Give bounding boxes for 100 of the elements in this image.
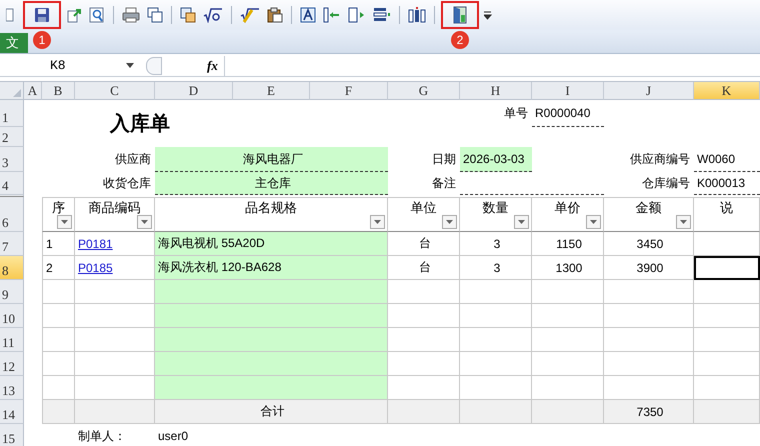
caret-icon bbox=[141, 220, 148, 224]
total-cell bbox=[694, 400, 760, 424]
column-header[interactable]: J bbox=[604, 82, 694, 100]
table-cell: 海风电视机 55A20D bbox=[155, 232, 388, 256]
filter-button[interactable] bbox=[586, 215, 601, 229]
heading-text: 品名规格 bbox=[245, 199, 297, 217]
field-value: R0000040 bbox=[532, 100, 604, 127]
field-value: 主仓库 bbox=[155, 172, 388, 195]
row-header[interactable]: 15 bbox=[0, 424, 24, 446]
table-cell bbox=[42, 280, 75, 304]
total-cell bbox=[532, 400, 604, 424]
splitter-handle[interactable] bbox=[146, 56, 162, 74]
product-code-link[interactable]: P0185 bbox=[78, 260, 113, 274]
table-cell bbox=[694, 280, 760, 304]
row-header[interactable]: 1 bbox=[0, 100, 24, 127]
caret-icon bbox=[590, 220, 597, 224]
form-title: 入库单 bbox=[108, 112, 171, 137]
insert-left-icon bbox=[323, 7, 341, 23]
row-header[interactable]: 6 bbox=[0, 197, 24, 232]
text-style-icon bbox=[300, 7, 316, 23]
total-amount: 7350 bbox=[604, 400, 694, 424]
table-cell bbox=[388, 280, 460, 304]
sheets-icon bbox=[180, 7, 196, 23]
total-cell bbox=[42, 400, 75, 424]
door-icon bbox=[452, 6, 468, 24]
table-cell bbox=[388, 304, 460, 328]
table-cell: 台 bbox=[388, 232, 460, 256]
product-code-link[interactable]: P0181 bbox=[78, 236, 113, 250]
table-cell bbox=[460, 280, 532, 304]
total-cell bbox=[460, 400, 532, 424]
column-header[interactable]: A bbox=[24, 82, 42, 100]
table-cell: 2 bbox=[42, 256, 75, 280]
field-value: user0 bbox=[157, 429, 190, 443]
caret-icon bbox=[61, 220, 68, 224]
printer-icon bbox=[122, 7, 140, 23]
caret-icon bbox=[126, 63, 134, 68]
heading-text: 数量 bbox=[482, 199, 508, 217]
table-cell: 台 bbox=[388, 256, 460, 280]
fx-label[interactable]: fx bbox=[207, 58, 224, 74]
column-header[interactable]: E bbox=[233, 82, 310, 100]
table-cell: 海风洗衣机 120-BA628 bbox=[155, 256, 388, 280]
row-header[interactable]: 10 bbox=[0, 304, 24, 328]
formula-edit-icon bbox=[240, 7, 260, 23]
table-cell bbox=[532, 280, 604, 304]
table-cell: 3900 bbox=[604, 256, 694, 280]
column-header[interactable]: K bbox=[694, 82, 760, 100]
row-header[interactable]: 8 bbox=[0, 256, 24, 280]
clipboard-icon bbox=[267, 7, 283, 23]
column-header[interactable]: D bbox=[155, 82, 233, 100]
table-cell bbox=[42, 352, 75, 376]
filter-button[interactable] bbox=[676, 215, 691, 229]
preview-icon bbox=[89, 7, 105, 23]
caret-icon bbox=[446, 220, 453, 224]
field-value: K000013 bbox=[694, 172, 760, 195]
save-icon bbox=[34, 7, 50, 23]
caret-icon bbox=[680, 220, 687, 224]
dropdown-icon[interactable] bbox=[484, 10, 492, 20]
row-header[interactable]: 14 bbox=[0, 400, 24, 424]
column-header[interactable]: I bbox=[532, 82, 604, 100]
column-header[interactable]: F bbox=[310, 82, 388, 100]
row-header[interactable]: 4 bbox=[0, 172, 24, 195]
field-value: 2026-03-03 bbox=[460, 147, 532, 172]
table-cell bbox=[460, 304, 532, 328]
rows-icon bbox=[373, 7, 391, 23]
row-header[interactable]: 11 bbox=[0, 328, 24, 352]
field-label: 备注 bbox=[431, 175, 457, 192]
field-label: 制单人： bbox=[77, 428, 127, 444]
field-label: 仓库编号 bbox=[641, 175, 691, 192]
name-box[interactable]: K8 bbox=[0, 56, 140, 75]
table-cell bbox=[42, 328, 75, 352]
formula-icon bbox=[203, 7, 223, 23]
row-header[interactable]: 2 bbox=[0, 127, 24, 147]
field-label: 供应商 bbox=[114, 151, 152, 168]
export-icon bbox=[66, 7, 82, 23]
column-header[interactable]: B bbox=[42, 82, 75, 100]
column-header[interactable]: G bbox=[388, 82, 460, 100]
filter-button[interactable] bbox=[137, 215, 152, 229]
heading-text: 序 bbox=[52, 199, 65, 217]
file-tab[interactable]: 文 bbox=[0, 33, 28, 53]
column-header[interactable]: H bbox=[460, 82, 532, 100]
heading-text: 商品编码 bbox=[88, 199, 140, 217]
row-header[interactable]: 9 bbox=[0, 280, 24, 304]
total-cell bbox=[388, 400, 460, 424]
table-cell bbox=[388, 328, 460, 352]
heading-text: 说 bbox=[720, 199, 733, 217]
filter-button[interactable] bbox=[370, 215, 385, 229]
heading-text: 单位 bbox=[410, 199, 436, 217]
row-header[interactable]: 13 bbox=[0, 376, 24, 400]
column-header[interactable]: C bbox=[75, 82, 155, 100]
row-header[interactable]: 12 bbox=[0, 352, 24, 376]
filter-button[interactable] bbox=[514, 215, 529, 229]
filter-button[interactable] bbox=[57, 215, 72, 229]
field-label: 日期 bbox=[431, 151, 457, 168]
row-header[interactable]: 7 bbox=[0, 232, 24, 256]
table-cell bbox=[694, 352, 760, 376]
table-cell: 3 bbox=[460, 232, 532, 256]
table-cell bbox=[460, 328, 532, 352]
table-cell bbox=[42, 304, 75, 328]
filter-button[interactable] bbox=[442, 215, 457, 229]
row-header[interactable]: 3 bbox=[0, 147, 24, 172]
